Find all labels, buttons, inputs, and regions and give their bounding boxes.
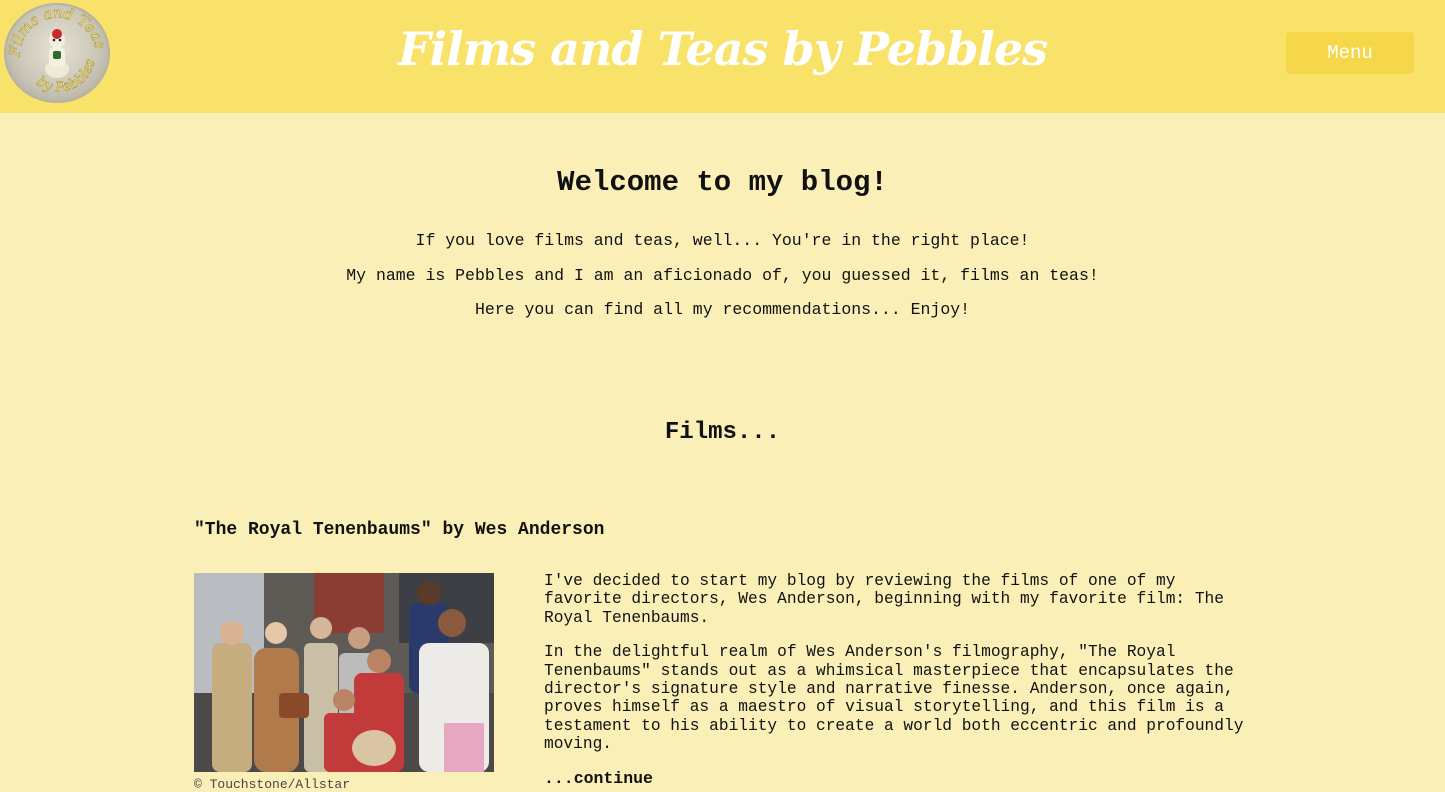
- post-image: [194, 573, 494, 772]
- post-paragraph: I've decided to start my blog by reviewi…: [544, 572, 1224, 627]
- films-section-heading: Films...: [664, 419, 781, 446]
- post-paragraph: In the delightful realm of Wes Anderson'…: [544, 643, 1244, 754]
- movie-still-image: [194, 573, 494, 772]
- continue-link[interactable]: ...continue: [544, 769, 653, 788]
- intro-paragraph: If you love films and teas, well... You'…: [415, 231, 1030, 250]
- site-title[interactable]: Films and Teas by Pebbles: [0, 22, 1445, 76]
- intro-paragraph: Here you can find all my recommendations…: [474, 300, 971, 319]
- intro-paragraph: My name is Pebbles and I am an aficionad…: [346, 266, 1099, 285]
- welcome-heading: Welcome to my blog!: [557, 166, 888, 199]
- site-header: Films and Teas by Pebbles Films and Teas…: [0, 0, 1445, 113]
- post-title[interactable]: "The Royal Tenenbaums" by Wes Anderson: [194, 520, 604, 540]
- post-body: I've decided to start my blog by reviewi…: [544, 572, 1244, 770]
- menu-button[interactable]: Menu: [1286, 32, 1414, 74]
